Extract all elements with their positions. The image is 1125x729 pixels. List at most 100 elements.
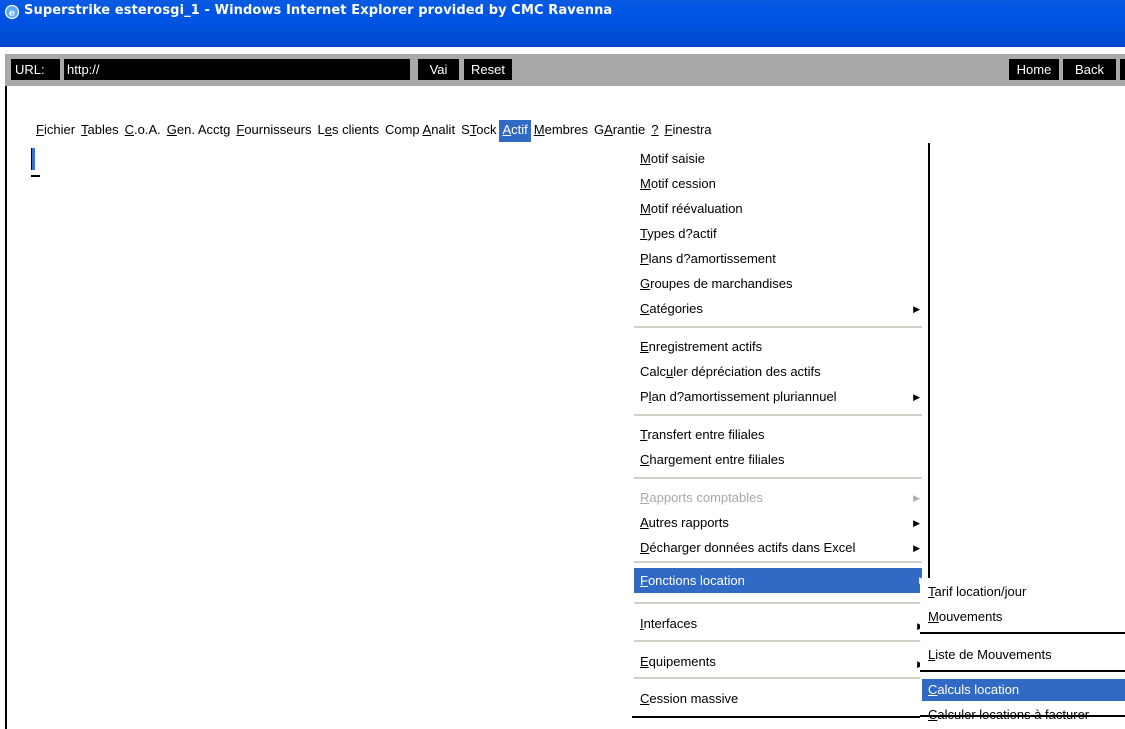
menu-actif[interactable]: Actif — [499, 120, 531, 142]
menu-item-autres-rapports[interactable]: Autres rapports ▶ — [632, 512, 928, 534]
submenu-item-tarif-location-jour[interactable]: Tarif location/jour — [922, 581, 1125, 603]
mnemonic-letter: M — [533, 122, 545, 137]
label-text: apports comptables — [649, 490, 763, 505]
home-button[interactable]: Home — [1009, 59, 1059, 80]
label-text: hargement entre filiales — [649, 452, 785, 467]
submenu-arrow-icon: ▶ — [913, 543, 920, 553]
label-text: an d?amortissement pluriannuel — [651, 389, 837, 404]
menu-stock[interactable]: STock — [458, 120, 499, 142]
label-text: iste de Mouvements — [935, 647, 1052, 662]
url-label: URL: — [11, 59, 60, 80]
label-text: ables — [87, 122, 119, 137]
submenu-separator — [920, 632, 1125, 634]
menu-membres[interactable]: Membres — [531, 120, 591, 142]
label-text: ichier — [43, 122, 76, 137]
label-text: otif saisie — [650, 151, 706, 166]
menu-item-decharger-donnees-actifs-dans-excel[interactable]: Décharger données actifs dans Excel ▶ — [632, 537, 928, 559]
label-text: .o.A. — [134, 122, 161, 137]
label-text: roupes de marchandises — [650, 276, 793, 291]
mnemonic-letter: R — [640, 490, 650, 505]
mnemonic-letter: A — [604, 122, 613, 137]
label-text: ctif — [511, 122, 528, 137]
label-text: ournisseurs — [244, 122, 312, 137]
submenu-arrow-icon: ▶ — [913, 493, 920, 503]
menu-fournisseurs[interactable]: Fournisseurs — [233, 120, 314, 142]
mnemonic-letter: M — [640, 201, 651, 216]
menu-comp-analit[interactable]: Comp Analit — [382, 120, 458, 142]
label-text: s clients — [331, 122, 379, 137]
svg-text:e: e — [9, 8, 15, 19]
mnemonic-letter: C — [640, 691, 650, 706]
actif-dropdown-menu: Motif saisie Motif cession Motif réévaluat… — [632, 143, 930, 718]
internet-explorer-icon: e — [4, 4, 20, 20]
menu-item-groupes-de-marchandises[interactable]: Groupes de marchandises — [632, 273, 928, 295]
url-input[interactable] — [64, 59, 410, 80]
menu-item-motif-saisie[interactable]: Motif saisie — [632, 148, 928, 170]
title-bar: e Superstrike esterosgi_1 - Windows Inte… — [0, 0, 1125, 47]
label-text: inestra — [672, 122, 712, 137]
submenu-item-calculs-location[interactable]: Calculs location — [922, 679, 1125, 701]
label-text: embres — [544, 122, 588, 137]
menu-item-categories[interactable]: Catégories ▶ — [632, 298, 928, 320]
label-text: G — [593, 122, 605, 137]
label-text: ransfert entre filiales — [647, 427, 765, 442]
label-text: Comp — [384, 122, 423, 137]
mnemonic-letter: C — [640, 301, 650, 316]
mnemonic-letter: F — [36, 122, 44, 137]
menu-item-plans-d-amortissement[interactable]: Plans d?amortissement — [632, 248, 928, 270]
menu-item-cession-massive[interactable]: Cession massive — [632, 688, 928, 710]
menu-finestra[interactable]: Finestra — [662, 120, 715, 142]
menu-separator — [634, 677, 922, 680]
label-text: Calc — [640, 364, 667, 379]
menu-garantie[interactable]: GArantie — [591, 120, 648, 142]
menu-tables[interactable]: Tables — [78, 120, 122, 142]
menu-item-enregistrement-actifs[interactable]: Enregistrement actifs — [632, 336, 928, 358]
label-text: S — [461, 122, 470, 137]
label-text: quipements — [648, 654, 716, 669]
label-text: en. Acctg — [176, 122, 231, 137]
menu-separator — [634, 640, 922, 643]
menu-item-motif-reevaluation[interactable]: Motif réévaluation — [632, 198, 928, 220]
mnemonic-letter: F — [640, 573, 648, 588]
label-text: ouvements — [938, 609, 1003, 624]
menu-help[interactable]: ? — [648, 120, 661, 142]
menu-item-equipements[interactable]: Equipements▶ — [632, 651, 928, 673]
label-text: ock — [476, 122, 497, 137]
menu-separator — [634, 477, 922, 480]
menu-item-fonctions-location[interactable]: Fonctions location▶ — [634, 568, 926, 593]
submenu-arrow-icon: ▶ — [913, 392, 920, 402]
menu-les-clients[interactable]: Les clients — [315, 120, 382, 142]
menu-item-interfaces[interactable]: Interfaces▶ — [632, 613, 928, 635]
label-text: L — [317, 122, 325, 137]
menu-gen-acctg[interactable]: Gen. Acctg — [164, 120, 234, 142]
menu-item-plan-d-amortissement-pluriannuel[interactable]: Plan d?amortissement pluriannuel ▶ — [632, 386, 928, 408]
submenu-item-liste-de-mouvements[interactable]: Liste de Mouvements — [922, 644, 1125, 666]
mnemonic-letter: C — [124, 122, 134, 137]
mnemonic-letter: D — [640, 540, 650, 555]
next-button[interactable] — [1120, 59, 1125, 80]
back-button[interactable]: Back — [1063, 59, 1116, 80]
mnemonic-letter: G — [640, 276, 651, 291]
submenu-item-mouvements[interactable]: Mouvements — [922, 606, 1125, 628]
go-button[interactable]: Vai — [418, 59, 459, 80]
label-text: nalit — [431, 122, 456, 137]
menu-item-chargement-entre-filiales[interactable]: Chargement entre filiales — [632, 449, 928, 471]
label-text: ession massive — [649, 691, 739, 706]
menu-separator — [634, 602, 922, 605]
menu-fichier[interactable]: Fichier — [33, 120, 78, 142]
menu-separator — [634, 326, 922, 329]
label-text: ler dépréciation des actifs — [673, 364, 821, 379]
submenu-arrow-icon: ▶ — [913, 518, 920, 528]
url-toolbar: URL: Vai Reset Home Back — [5, 54, 1125, 86]
mnemonic-letter: P — [640, 251, 649, 266]
label-text: écharger données actifs dans Excel — [649, 540, 856, 555]
label-text: P — [640, 389, 649, 404]
menu-item-transfert-entre-filiales[interactable]: Transfert entre filiales — [632, 424, 928, 446]
menu-item-calculer-depreciation-des-actifs[interactable]: Calculer dépréciation des actifs — [632, 361, 928, 383]
menu-c-o-a[interactable]: C.o.A. — [122, 120, 164, 142]
mnemonic-letter: E — [640, 654, 649, 669]
reset-button[interactable]: Reset — [464, 59, 512, 80]
menu-item-motif-cession[interactable]: Motif cession — [632, 173, 928, 195]
menu-item-types-d-actif[interactable]: Types d?actif — [632, 223, 928, 245]
label-text: rantie — [612, 122, 646, 137]
